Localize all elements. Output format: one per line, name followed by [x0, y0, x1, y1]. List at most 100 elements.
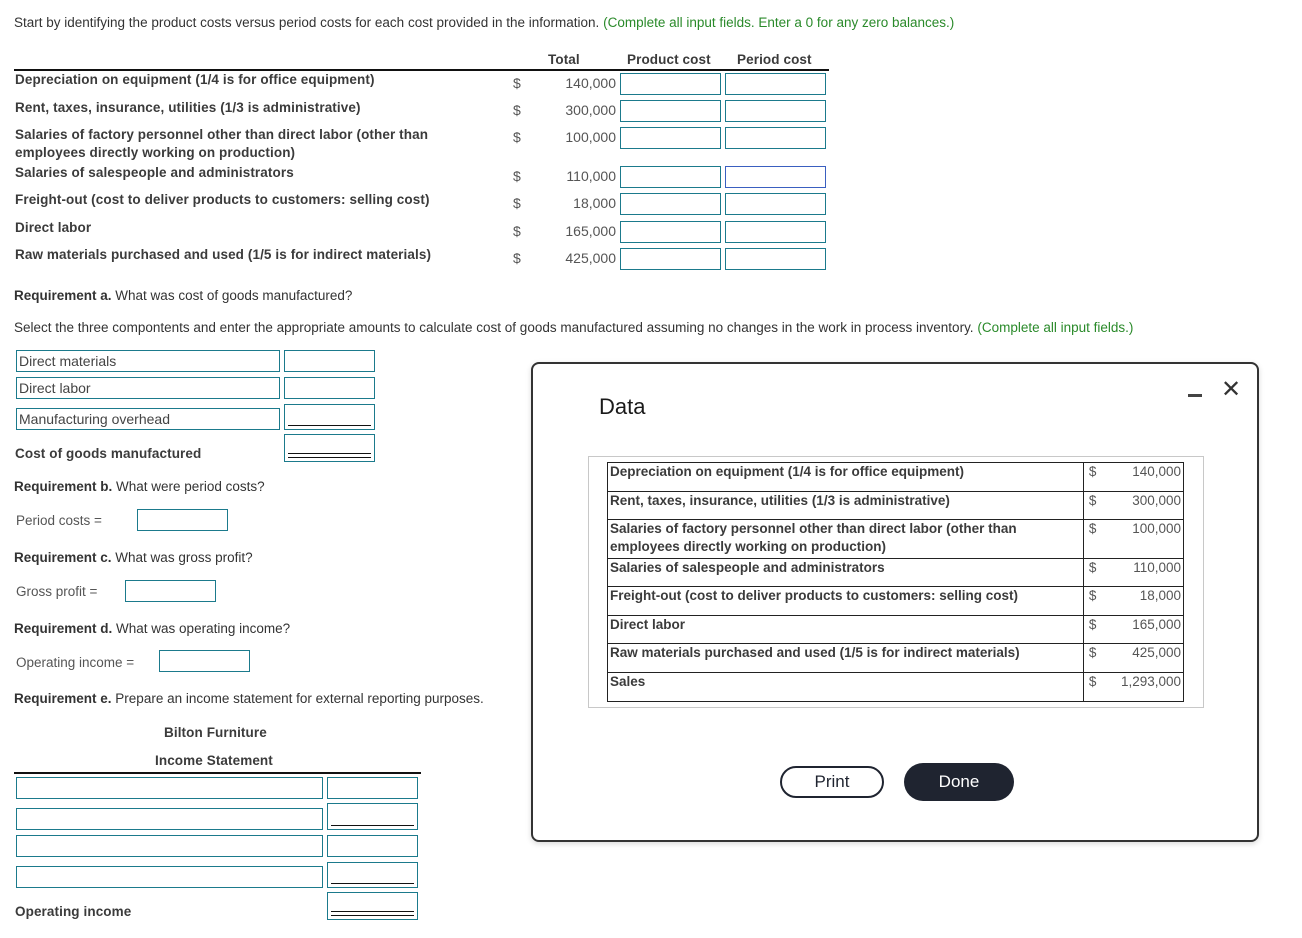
income-row-1-amount-input[interactable]: [327, 777, 418, 799]
req-e-title: Requirement e.: [14, 691, 112, 706]
data-row: Rent, taxes, insurance, utilities (1/3 i…: [607, 491, 1185, 520]
currency-symbol: $: [1088, 588, 1097, 603]
period-cost-input[interactable]: [725, 73, 826, 95]
period-cost-input[interactable]: [725, 166, 826, 188]
cogm-amount-input-1[interactable]: [284, 350, 375, 372]
minimize-icon[interactable]: [1188, 394, 1202, 397]
period-cost-input[interactable]: [725, 193, 826, 215]
period-cost-input[interactable]: [725, 127, 826, 149]
cost-row-total: 165,000: [565, 223, 616, 239]
operating-income-total-label: Operating income: [15, 904, 132, 919]
total-double-underline: [331, 911, 414, 916]
income-row-3-amount-input[interactable]: [327, 835, 418, 857]
data-row-amount: $100,000: [1082, 519, 1185, 559]
data-row-label: Depreciation on equipment (1/4 is for of…: [607, 462, 1084, 492]
cogm-amount-input-3[interactable]: [284, 404, 375, 430]
data-row-value: 165,000: [1132, 617, 1181, 632]
product-cost-input[interactable]: [620, 100, 721, 122]
data-row-label: Sales: [607, 672, 1084, 702]
product-cost-input[interactable]: [620, 127, 721, 149]
currency-symbol: $: [513, 102, 521, 118]
subtotal-underline: [331, 825, 414, 826]
statement-rule: [14, 772, 421, 774]
data-row-amount: $110,000: [1082, 558, 1185, 587]
instructions-text: Start by identifying the product costs v…: [14, 15, 600, 30]
data-row-label: Salaries of salespeople and administrato…: [607, 558, 1084, 587]
cogm-component-select-1[interactable]: Direct materials: [16, 350, 280, 372]
total-double-underline: [288, 453, 371, 458]
gross-profit-input[interactable]: [125, 580, 216, 602]
period-costs-input[interactable]: [137, 509, 228, 531]
done-button[interactable]: Done: [904, 763, 1014, 801]
cost-row-total: 425,000: [565, 250, 616, 266]
product-cost-input[interactable]: [620, 193, 721, 215]
data-row-amount: $300,000: [1082, 491, 1185, 520]
period-cost-input[interactable]: [725, 248, 826, 270]
header-total: Total: [548, 52, 580, 67]
req-e-question: Prepare an income statement for external…: [115, 691, 484, 706]
operating-income-total-input[interactable]: [327, 892, 418, 920]
income-row-3-label-select[interactable]: [16, 835, 323, 857]
income-row-4-amount-input[interactable]: [327, 862, 418, 888]
cost-row-label: Rent, taxes, insurance, utilities (1/3 i…: [15, 100, 361, 115]
req-c-heading: Requirement c. What was gross profit?: [14, 550, 253, 566]
income-row-2-amount-input[interactable]: [327, 803, 418, 830]
print-button[interactable]: Print: [780, 766, 884, 798]
product-cost-input[interactable]: [620, 248, 721, 270]
req-a-instruction: Select the three compontents and enter t…: [14, 320, 1133, 336]
close-icon[interactable]: ✕: [1219, 378, 1243, 402]
data-row-amount: $165,000: [1082, 615, 1185, 644]
req-a-instruction-text: Select the three compontents and enter t…: [14, 320, 974, 335]
gross-profit-label: Gross profit =: [16, 584, 98, 599]
header-period-cost: Period cost: [737, 52, 812, 67]
cost-row-label: Salaries of salespeople and administrato…: [15, 165, 294, 180]
cost-row-label: Raw materials purchased and used (1/5 is…: [15, 247, 432, 262]
cogm-component-select-3[interactable]: Manufacturing overhead: [16, 408, 280, 430]
data-row-label: Direct labor: [607, 615, 1084, 644]
period-cost-input[interactable]: [725, 100, 826, 122]
data-row-value: 1,293,000: [1120, 674, 1181, 689]
cost-row-label-continued: employees directly working on production…: [15, 145, 296, 160]
data-row: Sales $1,293,000: [607, 672, 1185, 702]
data-row-label: Salaries of factory personnel other than…: [607, 519, 1084, 559]
product-cost-input[interactable]: [620, 221, 721, 243]
cost-row-total: 100,000: [565, 129, 616, 145]
subtotal-underline: [331, 883, 414, 884]
product-cost-input[interactable]: [620, 73, 721, 95]
product-cost-input[interactable]: [620, 166, 721, 188]
data-row-label: Raw materials purchased and used (1/5 is…: [607, 643, 1084, 673]
req-a-title: Requirement a.: [14, 288, 112, 303]
req-c-question: What was gross profit?: [115, 550, 253, 565]
income-row-2-label-select[interactable]: [16, 808, 323, 830]
cost-row-total: 18,000: [573, 195, 616, 211]
data-row: Depreciation on equipment (1/4 is for of…: [607, 462, 1185, 492]
req-c-title: Requirement c.: [14, 550, 112, 565]
currency-symbol: $: [1088, 645, 1097, 660]
currency-symbol: $: [513, 195, 521, 211]
data-row-amount: $1,293,000: [1082, 672, 1185, 702]
data-row-label: Rent, taxes, insurance, utilities (1/3 i…: [607, 491, 1084, 520]
data-row: Raw materials purchased and used (1/5 is…: [607, 643, 1185, 673]
data-row-amount: $18,000: [1082, 586, 1185, 616]
currency-symbol: $: [1088, 493, 1097, 508]
period-cost-input[interactable]: [725, 221, 826, 243]
period-costs-label: Period costs =: [16, 513, 102, 528]
data-dialog: Data ✕ Depreciation on equipment (1/4 is…: [531, 362, 1259, 842]
cogm-total-input[interactable]: [284, 434, 375, 462]
cogm-component-select-2[interactable]: Direct labor: [16, 377, 280, 399]
income-row-4-label-select[interactable]: [16, 866, 323, 888]
header-rule: [14, 69, 829, 71]
income-row-1-label-select[interactable]: [16, 777, 323, 799]
data-row-value: 100,000: [1132, 521, 1181, 536]
data-row-label: Freight-out (cost to deliver products to…: [607, 586, 1084, 616]
req-e-heading: Requirement e. Prepare an income stateme…: [14, 691, 484, 707]
data-row: Salaries of factory personnel other than…: [607, 519, 1185, 559]
currency-symbol: $: [1088, 560, 1097, 575]
cogm-amount-input-2[interactable]: [284, 377, 375, 399]
header-product-cost: Product cost: [627, 52, 711, 67]
currency-symbol: $: [1088, 617, 1097, 632]
data-row-value: 140,000: [1132, 464, 1181, 479]
operating-income-input[interactable]: [159, 650, 250, 672]
cost-row-label: Depreciation on equipment (1/4 is for of…: [15, 72, 375, 87]
data-row-value: 425,000: [1132, 645, 1181, 660]
